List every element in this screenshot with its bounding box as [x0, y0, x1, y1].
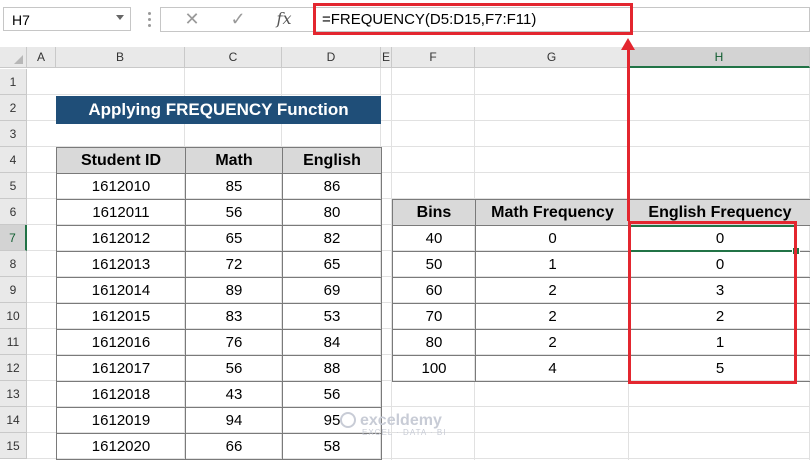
freq_table-cell[interactable]: 0	[475, 225, 630, 252]
freq_table-header-cell: Bins	[392, 199, 476, 226]
student_table-cell[interactable]: 58	[282, 433, 382, 460]
student_table-cell[interactable]: 56	[282, 381, 382, 408]
student_table-header-cell: English	[282, 147, 382, 174]
student_table-cell[interactable]: 1612019	[56, 407, 186, 434]
student_table-cell[interactable]: 1612014	[56, 277, 186, 304]
student_table-cell[interactable]: 1612015	[56, 303, 186, 330]
student_table-cell[interactable]: 85	[185, 173, 283, 200]
student_table-cell[interactable]: 80	[282, 199, 382, 226]
exceldemy-logo-icon	[340, 412, 356, 428]
freq_table-cell[interactable]: 1	[475, 251, 630, 278]
student_table-cell[interactable]: 53	[282, 303, 382, 330]
student_table-cell[interactable]: 1612016	[56, 329, 186, 356]
student_table-cell[interactable]: 86	[282, 173, 382, 200]
student_table-cell[interactable]: 66	[185, 433, 283, 460]
student_table-cell[interactable]: 1612010	[56, 173, 186, 200]
watermark-tagline: EXCEL · DATA · BI	[362, 428, 447, 437]
student_table-cell[interactable]: 94	[185, 407, 283, 434]
student_table-cell[interactable]: 56	[185, 199, 283, 226]
student_table-cell[interactable]: 1612013	[56, 251, 186, 278]
student_table-cell[interactable]: 1612017	[56, 355, 186, 382]
student_table-cell[interactable]: 76	[185, 329, 283, 356]
student_table-cell[interactable]: 89	[185, 277, 283, 304]
watermark: exceldemy EXCEL · DATA · BI	[340, 412, 446, 437]
student_table-cell[interactable]: 69	[282, 277, 382, 304]
freq_table-cell[interactable]: 2	[475, 277, 630, 304]
student_table-cell[interactable]: 83	[185, 303, 283, 330]
result-highlight-box	[628, 221, 797, 384]
freq_table-cell[interactable]: 2	[475, 303, 630, 330]
arrow-line-icon	[627, 48, 630, 221]
student_table-cell[interactable]: 1612012	[56, 225, 186, 252]
student_table-cell[interactable]: 56	[185, 355, 283, 382]
freq_table-cell[interactable]: 60	[392, 277, 476, 304]
student_table-cell[interactable]: 65	[282, 251, 382, 278]
freq_table-cell[interactable]: 50	[392, 251, 476, 278]
freq_table-cell[interactable]: 100	[392, 355, 476, 382]
sheet-title: Applying FREQUENCY Function	[56, 96, 381, 124]
student_table-cell[interactable]: 84	[282, 329, 382, 356]
student_table-cell[interactable]: 82	[282, 225, 382, 252]
freq_table-cell[interactable]: 4	[475, 355, 630, 382]
student_table-header-cell: Student ID	[56, 147, 186, 174]
freq_table-cell[interactable]: 40	[392, 225, 476, 252]
freq_table-cell[interactable]: 80	[392, 329, 476, 356]
watermark-name: exceldemy	[360, 412, 442, 429]
student_table-cell[interactable]: 65	[185, 225, 283, 252]
student_table-cell[interactable]: 88	[282, 355, 382, 382]
student_table-cell[interactable]: 1612018	[56, 381, 186, 408]
student_table-header-cell: Math	[185, 147, 283, 174]
student_table-cell[interactable]: 1612011	[56, 199, 186, 226]
student_table-cell[interactable]: 43	[185, 381, 283, 408]
arrow-head-icon	[621, 38, 635, 50]
student_table-cell[interactable]: 72	[185, 251, 283, 278]
freq_table-header-cell: Math Frequency	[475, 199, 630, 226]
sheet-content: Applying FREQUENCY Function Student ID Ma…	[0, 0, 810, 460]
freq_table-cell[interactable]: 2	[475, 329, 630, 356]
freq_table-cell[interactable]: 70	[392, 303, 476, 330]
student_table-cell[interactable]: 1612020	[56, 433, 186, 460]
